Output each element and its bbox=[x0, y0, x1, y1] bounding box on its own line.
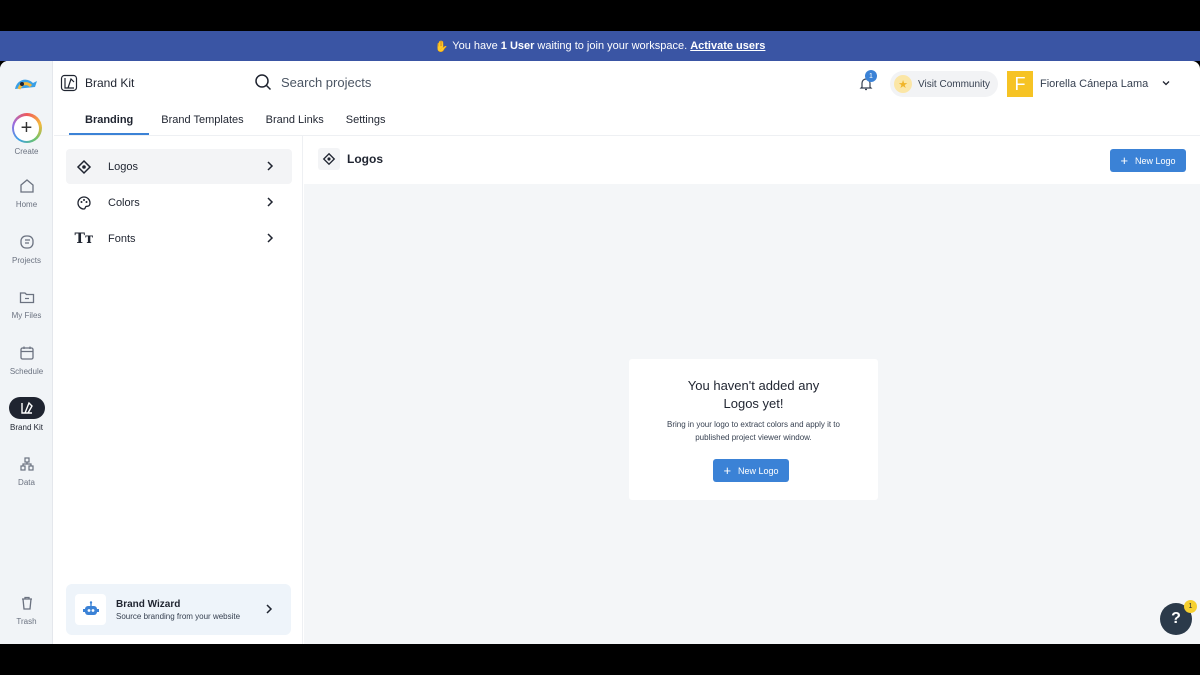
brand-kit-icon bbox=[8, 397, 45, 419]
wizard-subtitle: Source branding from your website bbox=[116, 611, 241, 621]
question-icon: ? bbox=[1171, 610, 1181, 627]
rail-my-files[interactable]: My Files bbox=[0, 288, 53, 320]
rail-trash[interactable]: Trash bbox=[0, 594, 53, 626]
invite-banner: ✋ You have 1 User waiting to join your w… bbox=[0, 31, 1200, 61]
visit-community-button[interactable]: ★ Visit Community bbox=[890, 71, 998, 97]
rail-brand-kit[interactable]: Brand Kit bbox=[0, 397, 53, 432]
menu-item-logos[interactable]: Logos bbox=[66, 149, 292, 184]
brand-wizard-card[interactable]: Brand Wizard Source branding from your w… bbox=[66, 584, 291, 635]
app-logo-icon bbox=[15, 79, 37, 90]
plus-icon: + bbox=[723, 463, 732, 478]
chevron-right-icon bbox=[266, 604, 273, 614]
diamond-icon bbox=[318, 148, 340, 170]
tab-bar: Branding Brand Templates Brand Links Set… bbox=[69, 105, 407, 135]
plus-icon: + bbox=[1120, 153, 1129, 168]
avatar: F bbox=[1007, 71, 1033, 97]
user-menu[interactable]: F Fiorella Cánepa Lama bbox=[1007, 71, 1148, 97]
notifications-badge: 1 bbox=[865, 70, 877, 82]
hand-icon: ✋ bbox=[434, 40, 449, 53]
branding-sidebar: Logos Colors Tт Fonts Brand Wizard Sourc… bbox=[54, 136, 303, 644]
menu-item-colors[interactable]: Colors bbox=[66, 185, 292, 220]
search-bar[interactable]: Search projects bbox=[254, 73, 371, 91]
empty-state-card: You haven't added any Logos yet! Bring i… bbox=[629, 359, 878, 500]
chevron-right-icon bbox=[267, 197, 274, 207]
tab-settings[interactable]: Settings bbox=[346, 105, 386, 135]
banner-suffix: waiting to join your workspace. bbox=[537, 40, 688, 52]
empty-state-text: Bring in your logo to extract colors and… bbox=[667, 420, 840, 442]
help-button[interactable]: ? 1 bbox=[1160, 600, 1197, 635]
create-plus-icon: + bbox=[11, 113, 42, 143]
app-window: + Create Home Projects My Files Schedule bbox=[0, 61, 1200, 644]
text-icon: Tт bbox=[74, 230, 94, 247]
content-header: Logos + New Logo bbox=[304, 136, 1200, 184]
chevron-down-icon[interactable] bbox=[1161, 78, 1171, 88]
section-title: Logos bbox=[318, 148, 383, 170]
rail-schedule[interactable]: Schedule bbox=[0, 344, 53, 376]
star-icon: ★ bbox=[894, 75, 912, 93]
trash-icon bbox=[21, 596, 32, 610]
top-bar: Brand Kit Search projects 1 ★ Visit Comm… bbox=[54, 61, 1200, 105]
projects-icon bbox=[19, 235, 34, 249]
help-badge: 1 bbox=[1184, 600, 1197, 613]
wizard-title: Brand Wizard bbox=[116, 598, 181, 610]
data-icon bbox=[19, 457, 34, 471]
tab-brand-templates[interactable]: Brand Templates bbox=[161, 105, 243, 135]
page-title: Brand Kit bbox=[60, 74, 134, 92]
tab-branding[interactable]: Branding bbox=[69, 105, 150, 135]
home-icon bbox=[19, 179, 34, 193]
chevron-right-icon bbox=[267, 161, 274, 171]
calendar-icon bbox=[19, 346, 34, 360]
rail-projects[interactable]: Projects bbox=[0, 233, 53, 265]
new-logo-button[interactable]: + New Logo bbox=[1110, 149, 1186, 172]
rail-home[interactable]: Home bbox=[0, 177, 53, 209]
banner-prefix: You have bbox=[452, 40, 498, 52]
notifications-button[interactable]: 1 bbox=[857, 70, 877, 93]
menu-item-fonts[interactable]: Tт Fonts bbox=[66, 221, 292, 256]
left-rail: + Create Home Projects My Files Schedule bbox=[0, 61, 53, 644]
empty-state-title: You haven't added any Logos yet! bbox=[687, 378, 820, 411]
activate-users-link[interactable]: Activate users bbox=[690, 40, 765, 52]
folder-icon bbox=[19, 292, 34, 304]
user-name: Fiorella Cánepa Lama bbox=[1040, 78, 1149, 90]
rail-create[interactable]: + Create bbox=[0, 113, 53, 156]
chevron-right-icon bbox=[267, 233, 274, 243]
screen: ✋ You have 1 User waiting to join your w… bbox=[0, 0, 1200, 675]
empty-state-new-logo-button[interactable]: + New Logo bbox=[713, 459, 789, 482]
brand-kit-logo-icon bbox=[60, 74, 78, 92]
diamond-icon bbox=[76, 159, 92, 175]
palette-icon bbox=[76, 195, 92, 211]
search-icon bbox=[255, 74, 272, 91]
robot-icon bbox=[75, 594, 106, 625]
banner-count: 1 User bbox=[500, 40, 535, 52]
rail-data[interactable]: Data bbox=[0, 455, 53, 487]
content-area: You haven't added any Logos yet! Bring i… bbox=[304, 184, 1200, 644]
tab-brand-links[interactable]: Brand Links bbox=[266, 105, 324, 135]
search-input[interactable]: Search projects bbox=[281, 75, 371, 90]
